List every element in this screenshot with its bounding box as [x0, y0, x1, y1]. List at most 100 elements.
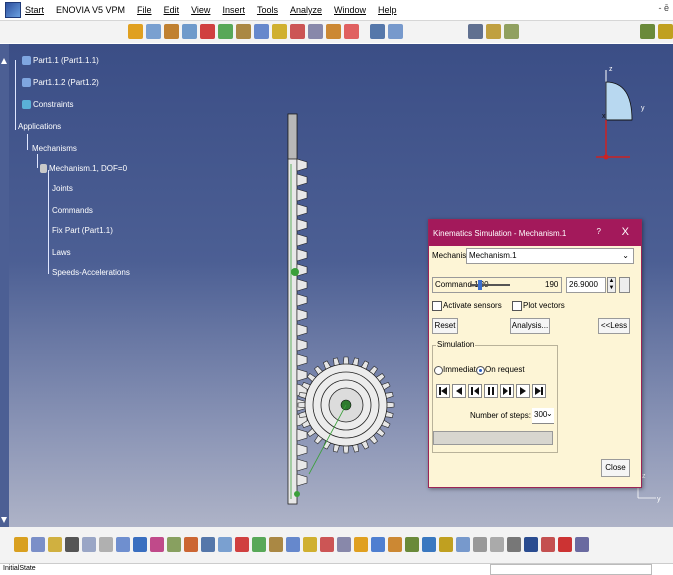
- command-options-button[interactable]: [619, 277, 630, 293]
- compile-icon[interactable]: [146, 24, 161, 39]
- zoom-in-icon[interactable]: [337, 537, 351, 552]
- menu-edit[interactable]: Edit: [164, 5, 180, 15]
- rotate-icon[interactable]: [252, 537, 266, 552]
- stop-icon[interactable]: [558, 537, 572, 552]
- assembly-constraint-icon[interactable]: [254, 24, 269, 39]
- menu-window[interactable]: Window: [334, 5, 366, 15]
- formula-icon[interactable]: [184, 537, 198, 552]
- tree-node-fix-part[interactable]: Fix Part (Part1.1): [52, 226, 113, 235]
- render-icon[interactable]: [405, 537, 419, 552]
- scroll-down-icon[interactable]: [1, 517, 7, 523]
- normal-view-icon[interactable]: [371, 537, 385, 552]
- jump-to-end-button[interactable]: [532, 384, 546, 398]
- tree-node-part1-1-2[interactable]: Part1.1.2 (Part1.2): [22, 78, 99, 87]
- play-backward-button[interactable]: [452, 384, 466, 398]
- analysis-button[interactable]: Analysis...: [510, 318, 550, 334]
- swept-volume-icon[interactable]: [344, 24, 359, 39]
- tree-node-constraints[interactable]: Constraints: [22, 100, 73, 109]
- menu-start[interactable]: Start: [25, 5, 44, 15]
- scroll-up-icon[interactable]: [1, 58, 7, 64]
- reset-button[interactable]: Reset: [432, 318, 458, 334]
- plot-vectors-checkbox[interactable]: [512, 301, 522, 311]
- paste-icon[interactable]: [116, 537, 130, 552]
- distance-icon[interactable]: [388, 24, 403, 39]
- iso-view-icon[interactable]: [388, 537, 402, 552]
- tree-node-mechanism-1[interactable]: Mechanism.1, DOF=0: [40, 164, 127, 173]
- tools-icon[interactable]: [504, 24, 519, 39]
- select-icon[interactable]: [490, 537, 504, 552]
- new-icon[interactable]: [14, 537, 28, 552]
- revolute-joint-icon[interactable]: [164, 24, 179, 39]
- menu-file[interactable]: File: [137, 5, 152, 15]
- command-slider[interactable]: [470, 280, 510, 290]
- less-button[interactable]: <<Less: [598, 318, 630, 334]
- distance-icon[interactable]: [575, 537, 589, 552]
- help-button[interactable]: ?: [597, 227, 601, 236]
- tree-node-mechanisms[interactable]: Mechanisms: [32, 144, 77, 153]
- law-icon[interactable]: [308, 24, 323, 39]
- quick-view-icon[interactable]: [473, 537, 487, 552]
- tree-node-applications[interactable]: Applications: [18, 122, 61, 131]
- menu-analyze[interactable]: Analyze: [290, 5, 322, 15]
- pan-icon[interactable]: [303, 537, 317, 552]
- cut-icon[interactable]: [82, 537, 96, 552]
- hide-show-icon[interactable]: [422, 537, 436, 552]
- speed-icon[interactable]: [272, 24, 287, 39]
- undo-icon[interactable]: [133, 537, 147, 552]
- window-controls[interactable]: - ē: [658, 3, 669, 13]
- redo-icon[interactable]: [150, 537, 164, 552]
- tree-node-laws[interactable]: Laws: [52, 248, 71, 257]
- swap-icon[interactable]: [439, 537, 453, 552]
- slider-thumb[interactable]: [477, 280, 482, 290]
- menu-insert[interactable]: Insert: [222, 5, 245, 15]
- immediate-radio[interactable]: [434, 366, 443, 375]
- tree-node-joints[interactable]: Joints: [52, 184, 73, 193]
- catalog-icon[interactable]: [468, 24, 483, 39]
- activate-sensors-checkbox[interactable]: [432, 301, 442, 311]
- command-value-input[interactable]: 26.9000: [566, 277, 606, 293]
- isolate-icon[interactable]: [456, 537, 470, 552]
- close-x-button[interactable]: X: [622, 226, 629, 238]
- close-button[interactable]: Close: [601, 459, 630, 477]
- tree-node-commands[interactable]: Commands: [52, 206, 93, 215]
- rack-joint-icon[interactable]: [218, 24, 233, 39]
- menu-view[interactable]: View: [191, 5, 210, 15]
- measure-icon[interactable]: [235, 537, 249, 552]
- measure-icon[interactable]: [486, 24, 501, 39]
- command-input[interactable]: [490, 564, 652, 575]
- menu-tools[interactable]: Tools: [257, 5, 278, 15]
- fit-all-icon[interactable]: [286, 537, 300, 552]
- jump-to-start-button[interactable]: [436, 384, 450, 398]
- sensor-icon[interactable]: [290, 24, 305, 39]
- compass[interactable]: z x y: [594, 62, 654, 172]
- trace-icon[interactable]: [326, 24, 341, 39]
- product-icon[interactable]: [658, 24, 673, 39]
- menu-enovia[interactable]: ENOVIA V5 VPM: [56, 5, 125, 15]
- print-icon[interactable]: [65, 537, 79, 552]
- copy-icon[interactable]: [99, 537, 113, 552]
- dialog-titlebar[interactable]: Kinematics Simulation - Mechanism.1 ? X: [429, 220, 641, 246]
- clash-icon[interactable]: [370, 24, 385, 39]
- fixed-part-icon[interactable]: [236, 24, 251, 39]
- on-request-radio[interactable]: [476, 366, 485, 375]
- tree-scrollbar[interactable]: [0, 44, 9, 527]
- catalog-icon[interactable]: [524, 537, 538, 552]
- prismatic-joint-icon[interactable]: [182, 24, 197, 39]
- point-icon[interactable]: [541, 537, 555, 552]
- play-forward-button[interactable]: [516, 384, 530, 398]
- rotate-view-icon[interactable]: [320, 537, 334, 552]
- tree-node-part1-1[interactable]: Part1.1 (Part1.1.1): [22, 56, 99, 65]
- simulation-icon[interactable]: [128, 24, 143, 39]
- catia-logo-icon[interactable]: [5, 2, 21, 18]
- whats-this-icon[interactable]: [167, 537, 181, 552]
- save-icon[interactable]: [48, 537, 62, 552]
- plug-icon[interactable]: [507, 537, 521, 552]
- zoom-out-icon[interactable]: [354, 537, 368, 552]
- steps-chevron-down-icon[interactable]: ⌄: [546, 409, 553, 418]
- command-spinner[interactable]: ▲ ▼: [607, 277, 616, 293]
- sheet-icon[interactable]: [218, 537, 232, 552]
- step-backward-button[interactable]: [468, 384, 482, 398]
- tree-node-speeds[interactable]: Speeds-Accelerations: [52, 268, 130, 277]
- menu-help[interactable]: Help: [378, 5, 397, 15]
- scan-icon[interactable]: [269, 537, 283, 552]
